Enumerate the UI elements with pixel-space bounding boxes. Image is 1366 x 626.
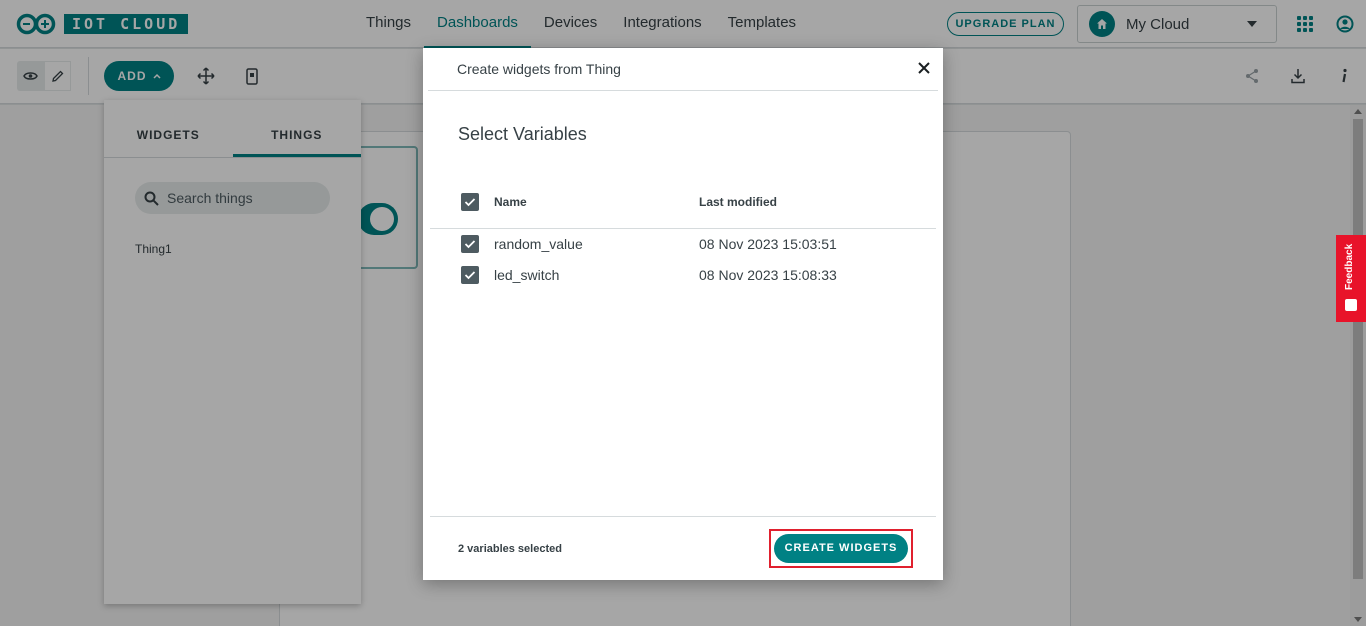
checkmark-icon [464,271,476,280]
column-header-last-modified[interactable]: Last modified [699,195,777,209]
create-widgets-dialog: Create widgets from Thing Select Variabl… [423,48,943,580]
close-icon[interactable] [916,60,932,76]
selected-count: 2 variables selected [458,543,562,555]
variable-name: random_value [494,236,583,252]
footer-divider [430,516,936,517]
dialog-title: Create widgets from Thing [457,61,621,77]
variable-last-modified: 08 Nov 2023 15:08:33 [699,267,837,283]
feedback-icon [1345,299,1357,311]
feedback-label: Feedback [1344,243,1355,290]
checkmark-icon [464,198,476,207]
dialog-subtitle: Select Variables [458,124,587,144]
checkmark-icon [464,240,476,249]
feedback-tab[interactable]: Feedback [1336,235,1366,322]
create-widgets-button[interactable]: CREATE WIDGETS [774,534,908,563]
variable-last-modified: 08 Nov 2023 15:03:51 [699,236,837,252]
row-checkbox[interactable] [461,266,479,284]
create-button-highlight: CREATE WIDGETS [769,529,913,568]
header-divider [428,90,938,91]
select-all-checkbox[interactable] [461,193,479,211]
row-checkbox[interactable] [461,235,479,253]
column-header-name[interactable]: Name [494,195,527,209]
table-header-divider [430,228,936,229]
variable-name: led_switch [494,267,560,283]
